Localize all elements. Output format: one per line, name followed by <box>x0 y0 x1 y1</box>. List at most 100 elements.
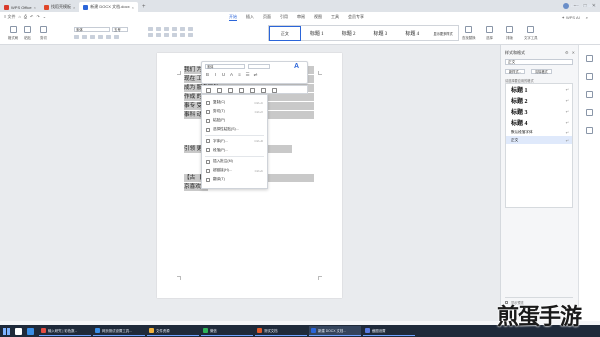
paste-icon[interactable] <box>228 88 233 93</box>
style-list-item[interactable]: 标题 4 ↵ <box>506 117 572 128</box>
document-tab[interactable]: 找稻壳模板 × <box>40 2 79 12</box>
style-normal[interactable]: 正文 <box>269 26 301 41</box>
find-replace-button[interactable]: 查找替换 <box>462 26 476 40</box>
pane-close-icon[interactable]: ✕ <box>572 50 575 55</box>
context-menu-item[interactable]: 插入批注(M) <box>202 157 267 166</box>
tab-close-icon[interactable]: × <box>73 5 75 10</box>
menu-right-item[interactable]: ⌕ <box>586 15 588 20</box>
style-heading-1[interactable]: 标题 1 <box>301 26 333 41</box>
tab-close-icon[interactable]: × <box>132 5 134 10</box>
context-menu-item[interactable]: 选择性粘贴(S)... <box>202 125 267 134</box>
share-icon[interactable] <box>586 109 593 116</box>
menu-right-item[interactable]: ✦ WPS AI <box>562 15 580 20</box>
context-menu-item[interactable]: 翻译(T) <box>202 175 267 184</box>
mini-format-button[interactable]: B <box>205 72 210 78</box>
pane-settings-icon[interactable]: ⚙ <box>565 50 569 55</box>
document-tab[interactable]: 新建 DOCX 文档.docx × <box>79 2 138 12</box>
select-button[interactable]: 选择 <box>486 26 493 40</box>
ribbon-tab[interactable]: 审阅 <box>297 14 305 21</box>
taskbar-app[interactable]: 网页测试设置工具... <box>93 326 145 336</box>
taskbar-app[interactable]: 截图设置 <box>363 326 415 336</box>
ribbon-tab[interactable]: 开始 <box>229 14 237 21</box>
menu-item-label: 翻译(T) <box>213 177 225 182</box>
select-icon[interactable] <box>586 73 593 80</box>
taskbar-app-icon <box>95 328 100 333</box>
quick-access-item[interactable]: ⌄ <box>43 14 46 20</box>
ribbon-tab[interactable]: 插入 <box>246 14 254 21</box>
mini-format-button[interactable]: A <box>229 72 234 78</box>
ribbon-tab[interactable]: 视图 <box>314 14 322 21</box>
paragraph-buttons[interactable] <box>148 27 194 37</box>
paste-button[interactable]: 粘贴 <box>24 26 31 40</box>
context-menu-item[interactable]: 超链接(H)... Ctrl+K <box>202 166 267 175</box>
cut-button[interactable]: 剪切 <box>40 26 47 40</box>
taskbar-app[interactable]: 新建 DOCX 文档... <box>309 326 361 336</box>
tab-close-icon[interactable]: × <box>34 5 36 10</box>
mini-size-select[interactable] <box>248 64 270 69</box>
taskbar-app[interactable]: 文件资源 <box>147 326 199 336</box>
copy-icon[interactable] <box>206 88 211 93</box>
mini-format-button[interactable]: ⇌ <box>253 72 258 78</box>
style-heading-4[interactable]: 标题 4 <box>396 26 428 41</box>
ribbon-tab[interactable]: 页面 <box>263 14 271 21</box>
taskbar-app[interactable]: 微信 <box>201 326 253 336</box>
taskbar-app[interactable]: 输入研究 | 彩色数... <box>39 326 91 336</box>
context-menu-item[interactable]: 复制(C) Ctrl+C <box>202 98 267 107</box>
more-styles-button[interactable]: 显示更多样式 <box>428 26 458 41</box>
ribbon-tabs: 开始 插入 页面 引用 审阅 视图 工具 会员专享 <box>229 14 364 21</box>
user-avatar[interactable] <box>562 3 569 9</box>
style-list-item[interactable]: 正文 ↵ <box>506 136 572 144</box>
ribbon-tab[interactable]: 工具 <box>331 14 339 21</box>
search-icon[interactable] <box>15 327 22 335</box>
mini-font-select[interactable]: 宋体 <box>205 64 245 69</box>
more-icon[interactable] <box>272 88 277 93</box>
quick-access-item[interactable]: ≡ 文件 <box>4 14 15 20</box>
style-list-item[interactable]: 默认段落字体 ↵ <box>506 128 572 136</box>
document-tab[interactable]: WPS Office × <box>0 2 40 12</box>
clock-date[interactable]: 2023/6/27 <box>582 4 597 8</box>
mini-format-button[interactable]: I <box>213 72 218 78</box>
context-menu-item[interactable]: 段落(P)... <box>202 146 267 155</box>
style-list-item[interactable]: 标题 1 ↵ <box>506 84 572 95</box>
property-icon[interactable] <box>586 91 593 98</box>
paste-text-icon[interactable] <box>239 88 244 93</box>
font-size-select[interactable]: 五号 <box>112 27 128 32</box>
new-style-button[interactable]: 新样式... <box>505 69 526 74</box>
cut-icon[interactable] <box>217 88 222 93</box>
ribbon-tab[interactable]: 会员专享 <box>348 14 364 21</box>
clear-format-icon[interactable] <box>261 88 266 93</box>
context-menu-item[interactable]: 剪切(T) Ctrl+X <box>202 107 267 116</box>
layout-button[interactable]: 排版 <box>506 26 513 40</box>
side-toolbar <box>578 45 600 321</box>
quick-access-item[interactable]: ↷ <box>36 14 39 20</box>
paste-format-icon[interactable] <box>250 88 255 93</box>
mini-format-button[interactable]: ≡ <box>237 72 242 78</box>
style-list-item[interactable]: 标题 2 ↵ <box>506 95 572 106</box>
clock-time[interactable]: 11:39 <box>571 4 579 8</box>
new-tab-button[interactable]: + <box>138 2 150 12</box>
quick-access-item[interactable]: ↶ <box>30 14 33 20</box>
clear-format-button[interactable]: 清除格式 <box>531 69 552 74</box>
mini-format-button[interactable]: U <box>221 72 226 78</box>
edge-icon[interactable] <box>27 327 34 335</box>
menu-item-label: 字体(F)... <box>213 138 228 143</box>
context-menu-item[interactable]: 粘贴(P) <box>202 116 267 125</box>
text-tools-button[interactable]: 文字工具 <box>524 26 538 40</box>
format-painter-button[interactable]: 格式刷 <box>8 26 18 40</box>
style-list-item[interactable]: 标题 3 ↵ <box>506 106 572 117</box>
ai-writing-icon[interactable]: A <box>294 63 299 70</box>
start-icon[interactable] <box>3 327 10 335</box>
style-heading-3[interactable]: 标题 3 <box>365 26 397 41</box>
current-style-dropdown[interactable]: 正文 <box>505 59 573 65</box>
quick-access-item[interactable]: ⎙ <box>24 14 27 20</box>
style-heading-2[interactable]: 标题 2 <box>333 26 365 41</box>
quick-access-item[interactable]: ⌂ <box>18 14 20 20</box>
font-format-buttons[interactable] <box>74 35 120 39</box>
taskbar-app[interactable]: 测试文档 <box>255 326 307 336</box>
style-icon[interactable] <box>586 55 593 62</box>
ribbon-tab[interactable]: 引用 <box>280 14 288 21</box>
font-name-select[interactable]: 宋体 <box>74 27 110 32</box>
mini-format-button[interactable]: ☰ <box>245 72 250 78</box>
help-icon[interactable] <box>586 127 593 134</box>
context-menu-item[interactable]: 字体(F)... Ctrl+D <box>202 137 267 146</box>
